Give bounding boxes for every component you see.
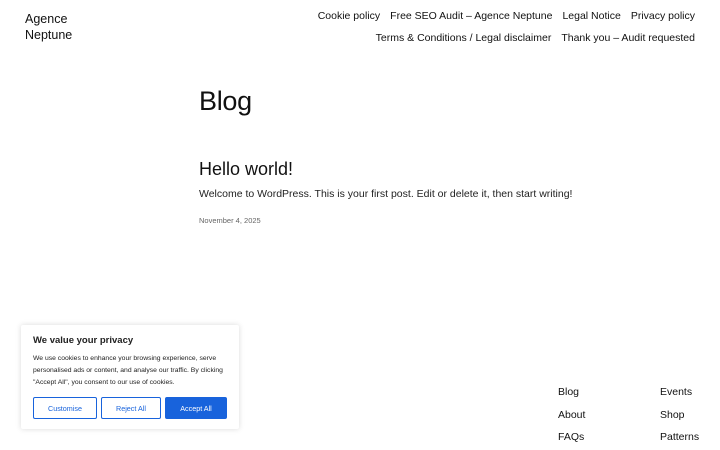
footer-link-blog[interactable]: Blog (558, 384, 660, 401)
nav-item-terms-conditions[interactable]: Terms & Conditions / Legal disclaimer (376, 30, 552, 46)
cookie-consent-banner: We value your privacy We use cookies to … (21, 325, 239, 429)
cookie-banner-title: We value your privacy (33, 335, 134, 346)
cookie-banner-text: We use cookies to enhance your browsing … (33, 355, 223, 386)
footer-link-shop[interactable]: Shop (660, 407, 698, 424)
header-navigation: Cookie policy Free SEO Audit – Agence Ne… (185, 8, 695, 46)
footer-link-events[interactable]: Events (660, 384, 698, 401)
site-title[interactable]: Agence Neptune (25, 11, 95, 43)
post-title[interactable]: Hello world! (199, 159, 293, 180)
nav-item-legal-notice[interactable]: Legal Notice (562, 8, 620, 24)
nav-item-privacy-policy[interactable]: Privacy policy (631, 8, 695, 24)
customise-button[interactable]: Customise (33, 397, 97, 419)
nav-item-thank-you[interactable]: Thank you – Audit requested (561, 30, 695, 46)
nav-item-cookie-policy[interactable]: Cookie policy (318, 8, 380, 24)
nav-item-free-seo-audit[interactable]: Free SEO Audit – Agence Neptune (390, 8, 552, 24)
post-excerpt: Welcome to WordPress. This is your first… (199, 188, 573, 200)
cookie-banner-actions: Customise Reject All Accept All (33, 397, 227, 419)
footer-navigation: Blog Events About Shop FAQs Patterns (558, 384, 699, 446)
post-date[interactable]: November 4, 2025 (199, 216, 261, 225)
footer-link-patterns[interactable]: Patterns (660, 429, 699, 446)
footer-link-faqs[interactable]: FAQs (558, 429, 660, 446)
reject-all-button[interactable]: Reject All (101, 397, 161, 419)
footer-link-about[interactable]: About (558, 407, 660, 424)
accept-all-button[interactable]: Accept All (165, 397, 227, 419)
page-title: Blog (199, 86, 252, 116)
